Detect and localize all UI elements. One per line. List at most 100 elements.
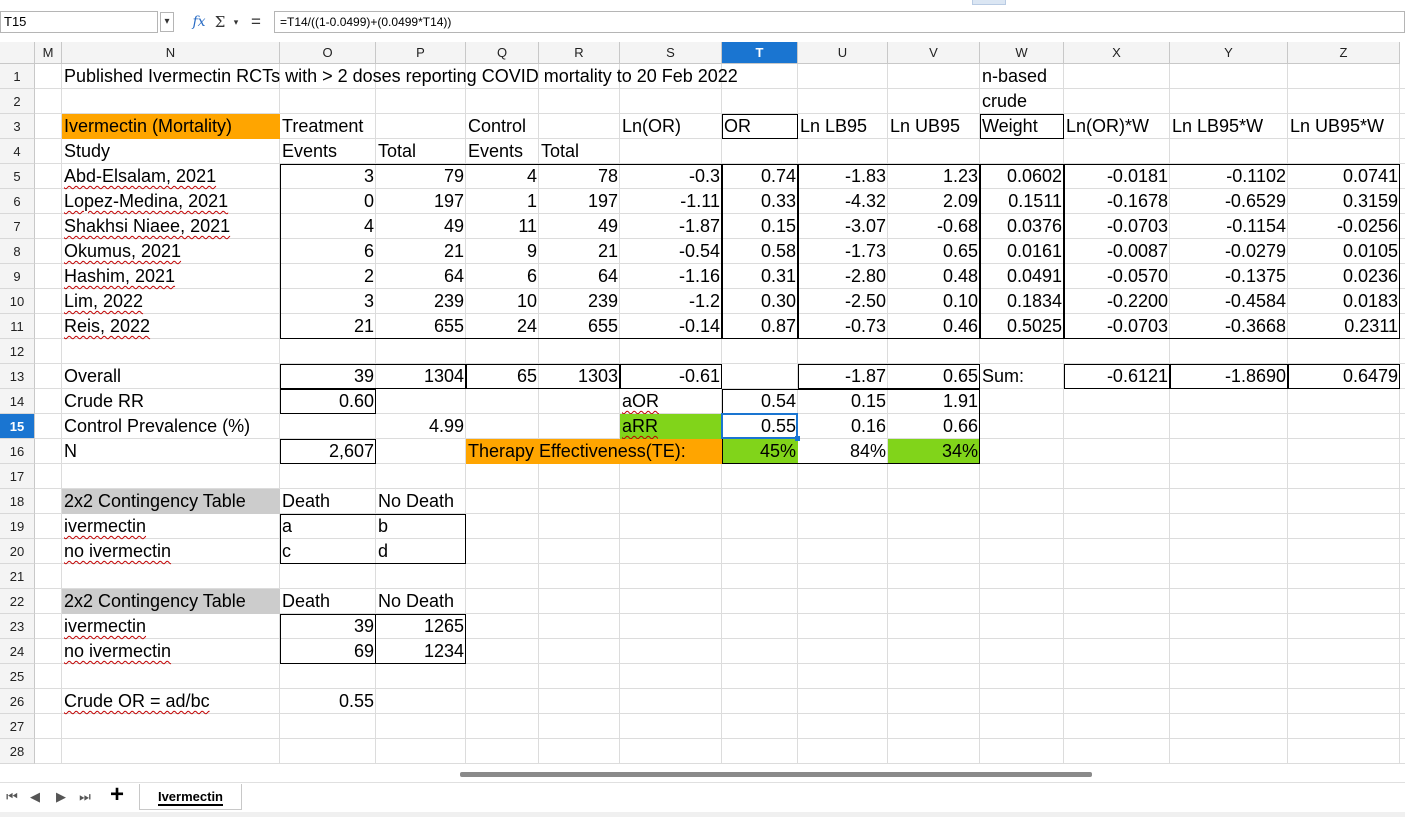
cell-p18[interactable]: No Death [376, 489, 466, 514]
column-header-z[interactable]: Z [1288, 42, 1400, 64]
cell-n26[interactable]: Crude OR = ad/bc [62, 689, 280, 714]
sheet-title[interactable]: Published Ivermectin RCTs with > 2 doses… [62, 64, 798, 89]
row-header-26[interactable]: 26 [0, 689, 35, 714]
cell-r9[interactable]: 64 [539, 264, 620, 289]
cell-o7[interactable]: 4 [280, 214, 376, 239]
cell-r7[interactable]: 49 [539, 214, 620, 239]
row-header-12[interactable]: 12 [0, 339, 35, 364]
first-sheet-icon[interactable]: ⏮ [4, 788, 20, 806]
function-wizard-icon[interactable]: fx [190, 12, 208, 32]
cell-x8[interactable]: -0.0087 [1064, 239, 1170, 264]
cell-z9[interactable]: 0.0236 [1288, 264, 1400, 289]
study-name[interactable]: Lim, 2022 [62, 289, 280, 314]
cell-u8[interactable]: -1.73 [798, 239, 888, 264]
cell-o22[interactable]: Death [280, 589, 376, 614]
column-header-y[interactable]: Y [1170, 42, 1288, 64]
cell-o18[interactable]: Death [280, 489, 376, 514]
cell-n13[interactable]: Overall [62, 364, 280, 389]
cell-q9[interactable]: 6 [466, 264, 539, 289]
cell-w6[interactable]: 0.1511 [980, 189, 1064, 214]
row-header-15[interactable]: 15 [0, 414, 35, 439]
cell-t8[interactable]: 0.58 [722, 239, 798, 264]
study-name[interactable]: Hashim, 2021 [62, 264, 280, 289]
cell-s15[interactable]: aRR [620, 414, 722, 439]
therapy-effectiveness-label[interactable]: Therapy Effectiveness(TE): [466, 439, 722, 464]
cell-y13[interactable]: -1.8690 [1170, 364, 1288, 389]
cell-x3[interactable]: Ln(OR)*W [1064, 114, 1170, 139]
cell-y3[interactable]: Ln LB95*W [1170, 114, 1288, 139]
cell-n19[interactable]: ivermectin [62, 514, 280, 539]
cell-z11[interactable]: 0.2311 [1288, 314, 1400, 339]
row-header-8[interactable]: 8 [0, 239, 35, 264]
row-header-13[interactable]: 13 [0, 364, 35, 389]
cell-w1[interactable]: n-based [980, 64, 1170, 89]
row-header-27[interactable]: 27 [0, 714, 35, 739]
column-header-r[interactable]: R [539, 42, 620, 64]
cell-v6[interactable]: 2.09 [888, 189, 980, 214]
cell-o5[interactable]: 3 [280, 164, 376, 189]
column-header-q[interactable]: Q [466, 42, 539, 64]
cell-z3[interactable]: Ln UB95*W [1288, 114, 1400, 139]
study-name[interactable]: Shakhsi Niaee, 2021 [62, 214, 280, 239]
cell-y10[interactable]: -0.4584 [1170, 289, 1288, 314]
cell-o14[interactable]: 0.60 [280, 389, 376, 414]
horizontal-scrollbar[interactable] [460, 772, 1092, 777]
cell-s8[interactable]: -0.54 [620, 239, 722, 264]
row-header-7[interactable]: 7 [0, 214, 35, 239]
cell-r6[interactable]: 197 [539, 189, 620, 214]
cell-r10[interactable]: 239 [539, 289, 620, 314]
cell-x11[interactable]: -0.0703 [1064, 314, 1170, 339]
cell-t3[interactable]: OR [722, 114, 798, 139]
cell-r5[interactable]: 78 [539, 164, 620, 189]
cell-r11[interactable]: 655 [539, 314, 620, 339]
cell-u14[interactable]: 0.15 [798, 389, 888, 414]
cell-y9[interactable]: -0.1375 [1170, 264, 1288, 289]
study-name[interactable]: Okumus, 2021 [62, 239, 280, 264]
cell-r8[interactable]: 21 [539, 239, 620, 264]
cell-v11[interactable]: 0.46 [888, 314, 980, 339]
cell-s14[interactable]: aOR [620, 389, 722, 414]
column-header-v[interactable]: V [888, 42, 980, 64]
cell-q6[interactable]: 1 [466, 189, 539, 214]
cell-o6[interactable]: 0 [280, 189, 376, 214]
cell-p23[interactable]: 1265 [376, 614, 466, 639]
cell-w9[interactable]: 0.0491 [980, 264, 1064, 289]
cell-w11[interactable]: 0.5025 [980, 314, 1064, 339]
select-all-corner[interactable] [0, 42, 35, 64]
cell-x9[interactable]: -0.0570 [1064, 264, 1170, 289]
cell-n14[interactable]: Crude RR [62, 389, 280, 414]
cell-y11[interactable]: -0.3668 [1170, 314, 1288, 339]
column-header-p[interactable]: P [376, 42, 466, 64]
cell-u3[interactable]: Ln LB95 [798, 114, 888, 139]
cell-s6[interactable]: -1.11 [620, 189, 722, 214]
cell-y8[interactable]: -0.0279 [1170, 239, 1288, 264]
cell-z13[interactable]: 0.6479 [1288, 364, 1400, 389]
cell-x5[interactable]: -0.0181 [1064, 164, 1170, 189]
row-header-10[interactable]: 10 [0, 289, 35, 314]
cell-s7[interactable]: -1.87 [620, 214, 722, 239]
cell-n16[interactable]: N [62, 439, 280, 464]
last-sheet-icon[interactable]: ⏭ [77, 788, 93, 806]
cell-t9[interactable]: 0.31 [722, 264, 798, 289]
sum-icon[interactable]: Σ [213, 12, 227, 32]
row-header-17[interactable]: 17 [0, 464, 35, 489]
column-header-o[interactable]: O [280, 42, 376, 64]
cell-t7[interactable]: 0.15 [722, 214, 798, 239]
cell-x7[interactable]: -0.0703 [1064, 214, 1170, 239]
cell-x10[interactable]: -0.2200 [1064, 289, 1170, 314]
cell-u16[interactable]: 84% [798, 439, 888, 464]
row-header-20[interactable]: 20 [0, 539, 35, 564]
name-box[interactable]: T15 [0, 11, 158, 33]
column-header-n[interactable]: N [62, 42, 280, 64]
cell-n18[interactable]: 2x2 Contingency Table [62, 489, 280, 514]
cell-s3[interactable]: Ln(OR) [620, 114, 722, 139]
column-header-t[interactable]: T [722, 42, 798, 64]
cell-v3[interactable]: Ln UB95 [888, 114, 980, 139]
cell-z7[interactable]: -0.0256 [1288, 214, 1400, 239]
cell-q10[interactable]: 10 [466, 289, 539, 314]
row-header-3[interactable]: 3 [0, 114, 35, 139]
cell-v10[interactable]: 0.10 [888, 289, 980, 314]
row-header-18[interactable]: 18 [0, 489, 35, 514]
row-header-25[interactable]: 25 [0, 664, 35, 689]
cell-w2[interactable]: crude [980, 89, 1170, 114]
